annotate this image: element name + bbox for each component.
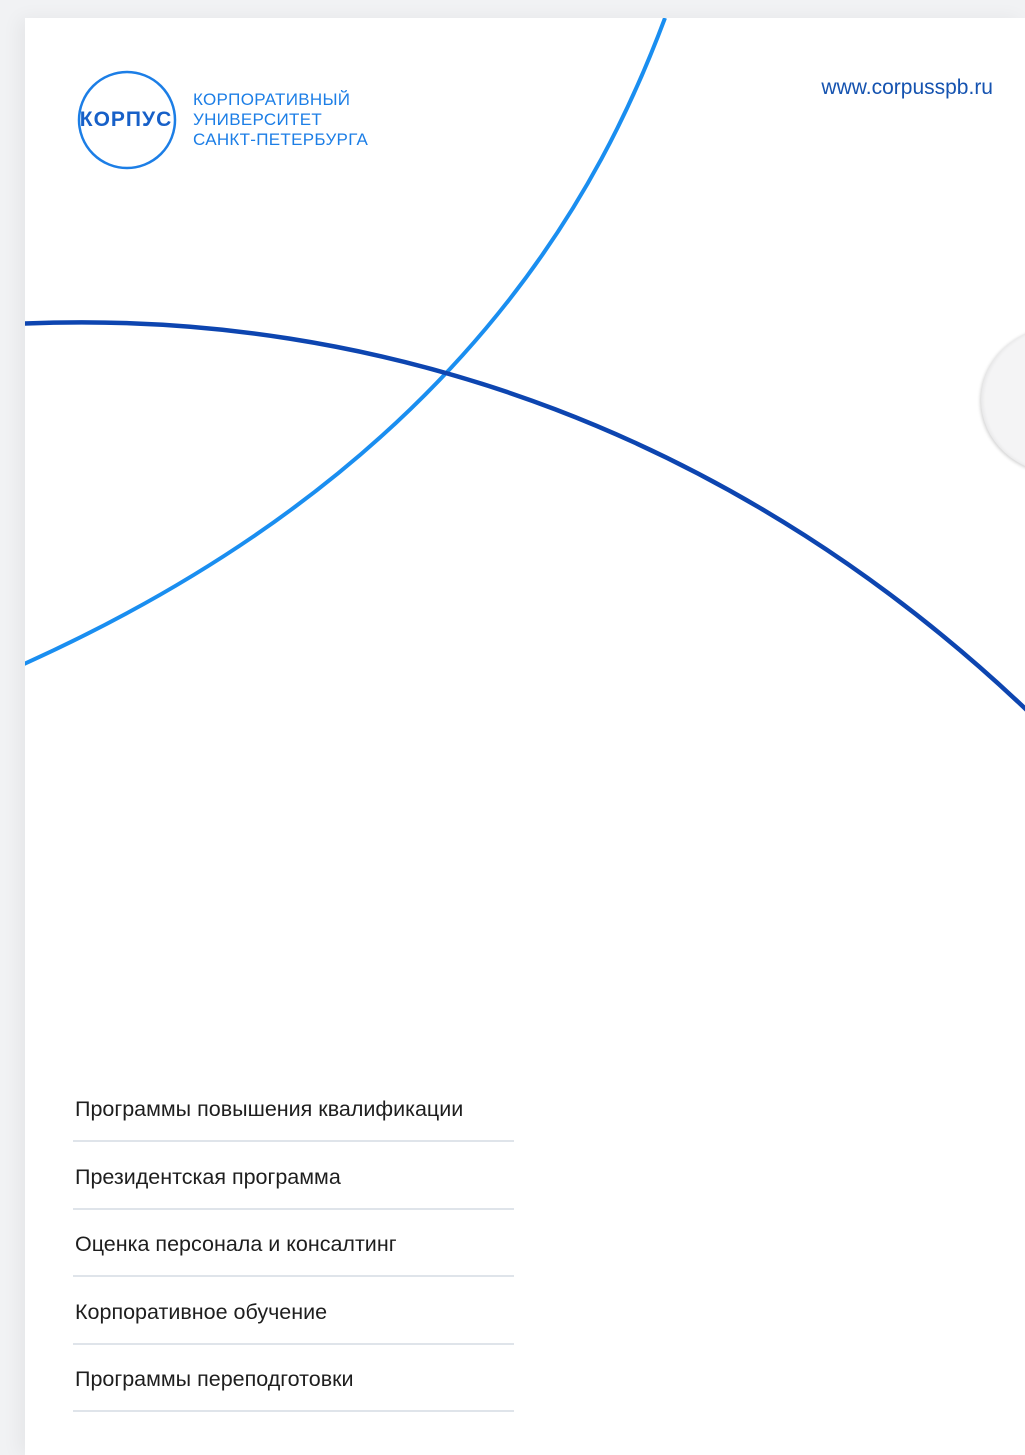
logo-caption: КОРПОРАТИВНЫЙ УНИВЕРСИТЕТ САНКТ-ПЕТЕРБУР… [193, 90, 368, 150]
logo-line-2: УНИВЕРСИТЕТ [193, 110, 323, 129]
university-logo[interactable]: КОРПУС КОРПОРАТИВНЫЙ УНИВЕРСИТЕТ САНКТ-П… [73, 70, 368, 170]
services-list: Программы повышения квалификации Президе… [73, 1076, 514, 1414]
service-item-corporate-training[interactable]: Корпоративное обучение [73, 1279, 514, 1345]
logo-circle-icon: КОРПУС [73, 70, 179, 170]
service-item-qualification[interactable]: Программы повышения квалификации [73, 1076, 514, 1142]
service-item-retraining[interactable]: Программы переподготовки [73, 1346, 514, 1412]
website-link[interactable]: www.corpusspb.ru [821, 76, 993, 100]
logo-wordmark: КОРПУС [79, 108, 173, 131]
dark-blue-arc [25, 320, 1025, 712]
service-item-assessment[interactable]: Оценка персонала и консалтинг [73, 1211, 514, 1277]
logo-line-1: КОРПОРАТИВНЫЙ [193, 90, 351, 109]
service-item-presidential[interactable]: Президентская программа [73, 1144, 514, 1210]
logo-line-3: САНКТ-ПЕТЕРБУРГА [193, 130, 369, 149]
brochure-cover: КОРПУС КОРПОРАТИВНЫЙ УНИВЕРСИТЕТ САНКТ-П… [25, 18, 1025, 1455]
